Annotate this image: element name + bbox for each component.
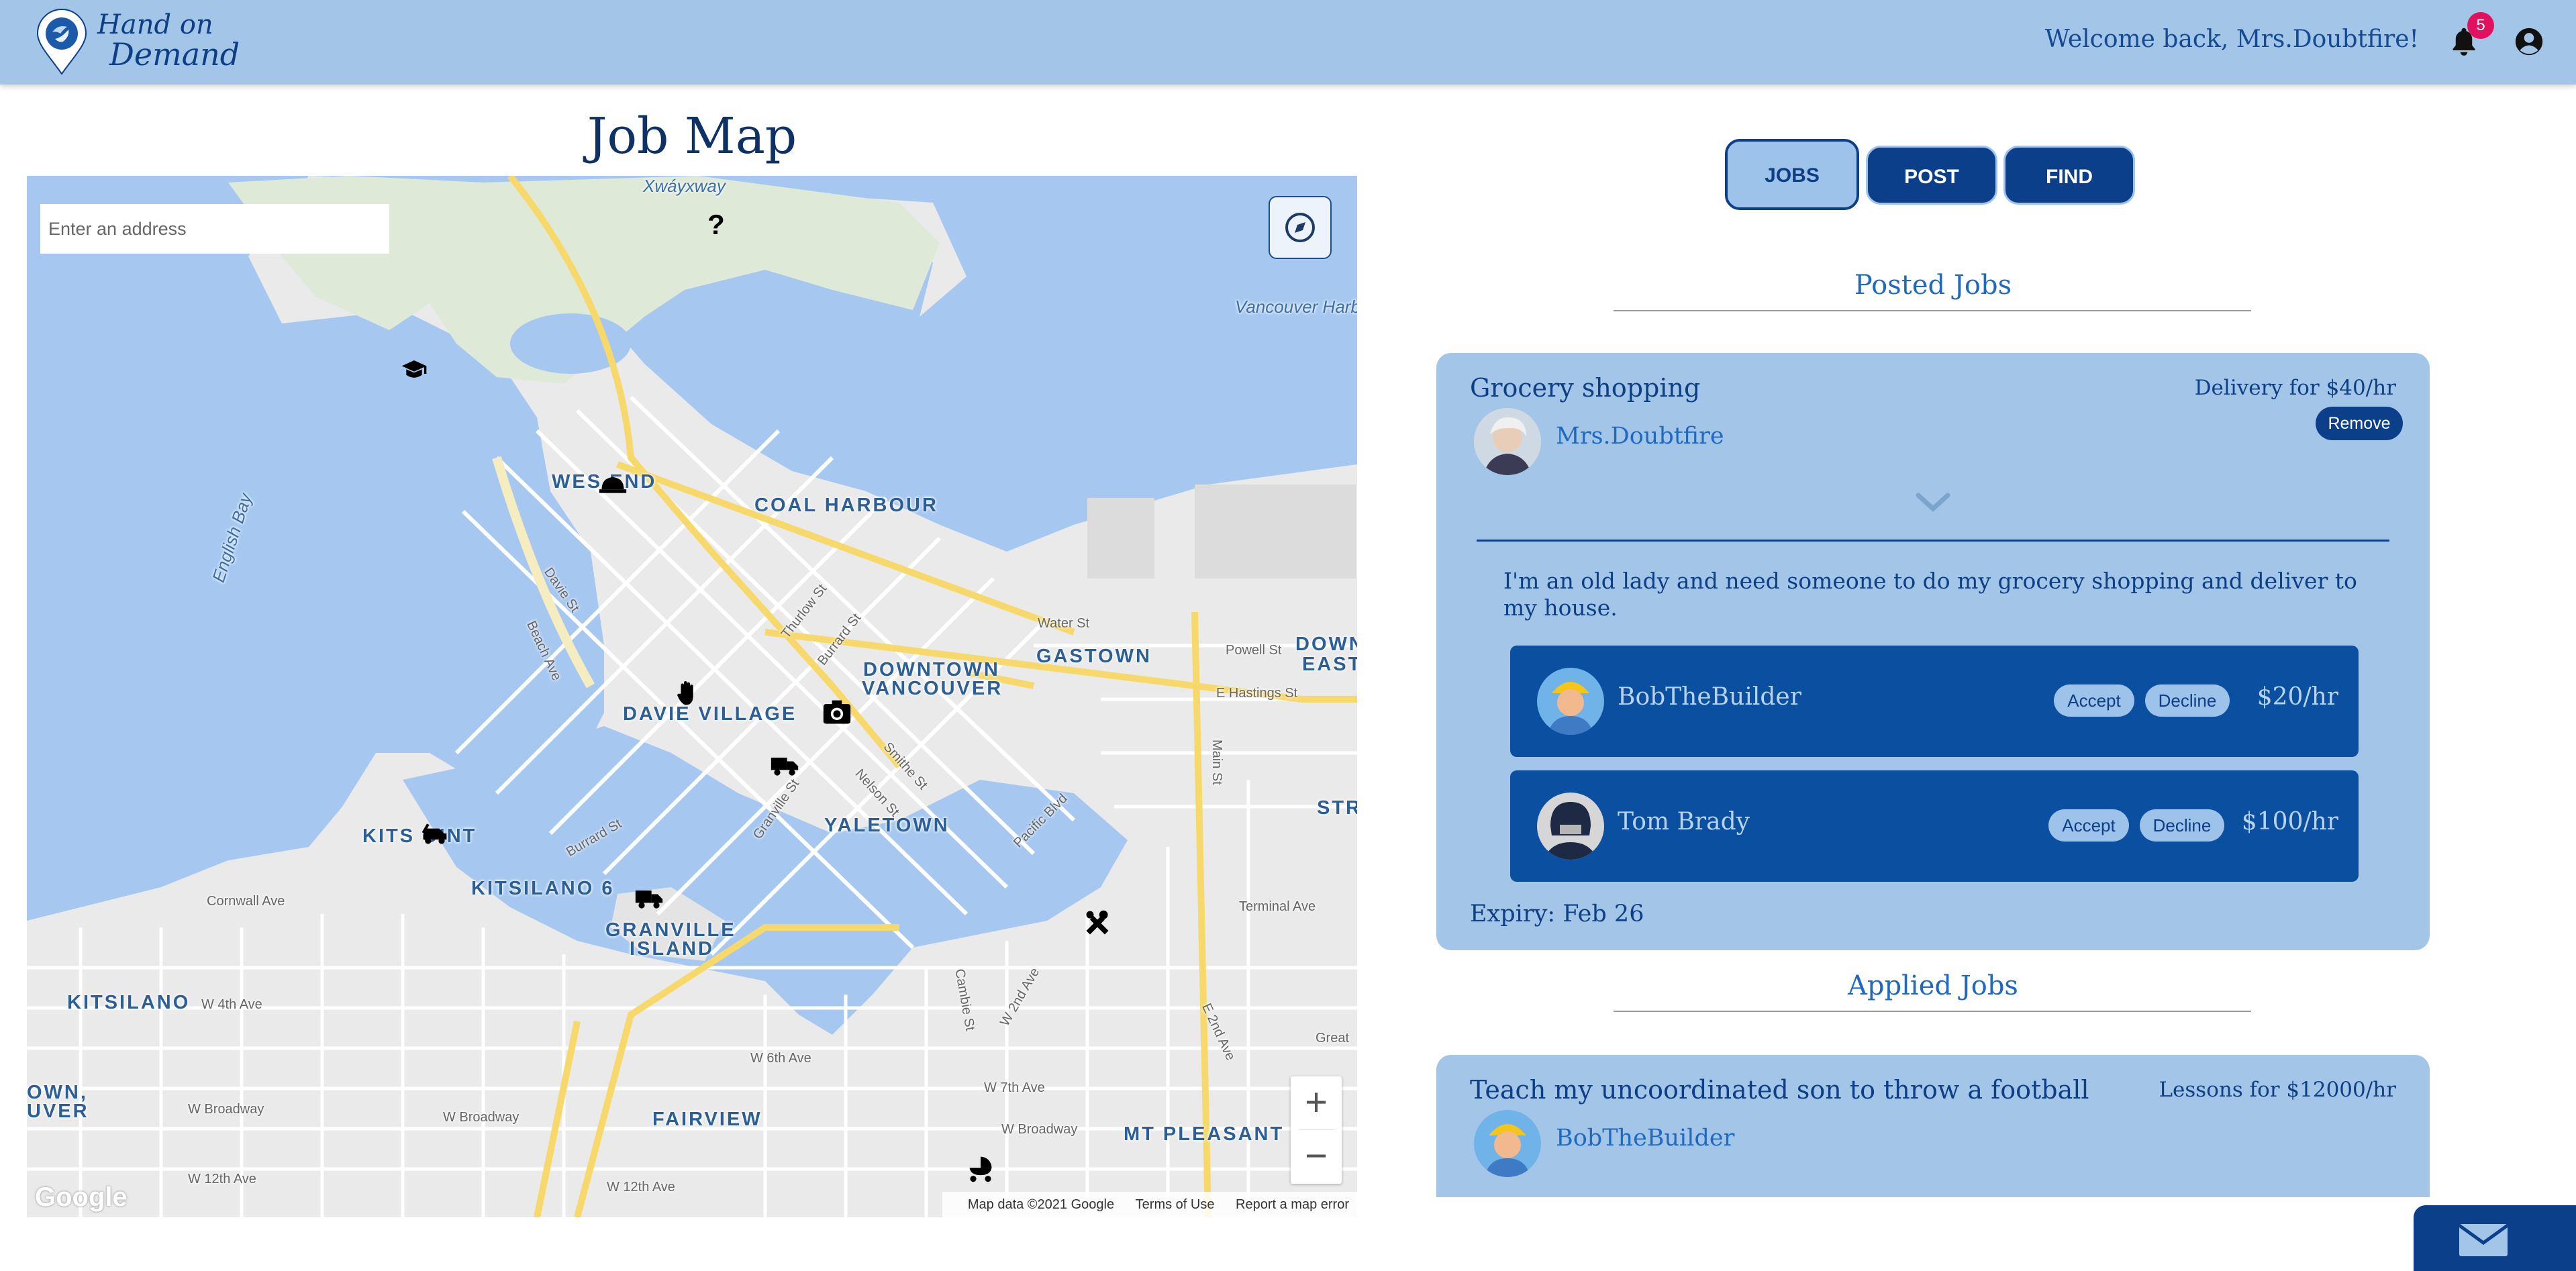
avatar [1537,668,1604,735]
map-label: FAIRVIEW [652,1109,762,1130]
map-label: W 12th Ave [607,1180,675,1194]
accept-button[interactable]: Accept [2048,809,2129,842]
applicant-name[interactable]: Tom Brady [1618,808,1750,835]
report-link[interactable]: Report a map error [1236,1197,1349,1212]
tab-jobs[interactable]: JOBS [1725,139,1859,210]
page-title: Job Map [587,107,797,165]
map-label: YALETOWN [824,815,950,836]
tab-post[interactable]: POST [1866,146,1997,205]
avatar [1537,793,1604,860]
hand-icon[interactable] [671,679,705,713]
expiry-date: Expiry: Feb 26 [1470,901,1644,927]
question-icon[interactable]: ? [699,208,733,242]
accept-button[interactable]: Accept [2054,684,2134,717]
job-title: Teach my uncoordinated son to throw a fo… [1470,1075,2089,1105]
zoom-control: + − [1291,1076,1342,1184]
terms-link[interactable]: Terms of Use [1136,1197,1215,1212]
avatar [1474,1110,1541,1177]
map-label: GASTOWN [1036,646,1152,667]
map-label: DAVIE VILLAGE [623,703,797,725]
applicant-row: Tom Brady Accept Decline $100/hr [1510,770,2359,882]
address-search-input[interactable] [40,204,389,254]
poster-name[interactable]: BobTheBuilder [1556,1125,1734,1152]
decline-button[interactable]: Decline [2145,684,2230,717]
map-label: EAST [1302,654,1357,675]
car-icon[interactable] [417,819,451,852]
map-label: VANCOUVER [862,678,1003,699]
map-label: DOWN [1295,633,1357,655]
divider [1614,310,2251,311]
job-price: Delivery for $40/hr [2194,376,2396,400]
map-label: COAL HARBOUR [754,495,938,516]
avatar [1474,408,1541,475]
truck-icon[interactable] [632,883,666,917]
map-label: KITSILANO 6 [471,878,615,899]
logo-text: Demand [109,36,240,72]
logo-pin-icon[interactable] [35,8,89,75]
graduation-cap-icon[interactable] [397,357,431,391]
map-label: W 4th Ave [201,997,262,1012]
google-logo: Google [35,1182,128,1212]
map-data-text: Map data ©2021 Google [967,1197,1115,1212]
map-label: W Broadway [188,1102,264,1117]
applicant-name[interactable]: BobTheBuilder [1618,683,1801,711]
map-label: Water St [1038,616,1090,631]
divider [1614,1011,2251,1012]
tools-icon[interactable] [1081,909,1114,942]
divider [1477,540,2389,542]
envelope-icon [2458,1223,2509,1256]
map-label: W Broadway [443,1110,519,1125]
map-attribution: Map data ©2021 Google Terms of Use Repor… [942,1192,1357,1217]
tab-find[interactable]: FIND [2003,146,2135,205]
posted-job-card: Grocery shopping Delivery for $40/hr Mrs… [1436,353,2430,950]
applicant-rate: $20/hr [2257,683,2338,711]
notification-badge: 5 [2467,12,2494,39]
map-label: KITSILANO [67,992,191,1013]
map-label: STR [1317,797,1357,819]
map-label: W 12th Ave [188,1172,256,1186]
messages-button[interactable] [2414,1205,2576,1271]
top-navbar: Hand on Demand Welcome back, Mrs.Doubtfi… [0,0,2576,85]
map-label: W 7th Ave [984,1080,1045,1095]
chevron-down-icon[interactable] [1913,489,1953,515]
map-label: Xwáyxway [643,176,726,196]
zoom-in-button[interactable]: + [1291,1076,1342,1129]
map-label: MT PLEASANT [1124,1123,1285,1145]
map-label: Vancouver Harb [1235,297,1357,317]
map-label: Powell St [1226,643,1282,658]
account-icon[interactable] [2514,27,2544,56]
hard-hat-icon[interactable] [596,468,630,502]
map-label: Cornwall Ave [207,894,285,909]
map-label: Terminal Ave [1239,899,1316,914]
posted-jobs-heading: Posted Jobs [1854,270,2012,301]
job-description: I'm an old lady and need someone to do m… [1503,568,2357,621]
locate-me-button[interactable] [1269,196,1332,259]
compass-icon [1285,213,1315,242]
applied-jobs-heading: Applied Jobs [1848,970,2018,1001]
map-label: Great [1316,1031,1350,1046]
map-label: W Broadway [1001,1122,1078,1137]
map-label: W 6th Ave [750,1051,811,1066]
decline-button[interactable]: Decline [2140,809,2224,842]
job-map[interactable]: Xwáyxway Vancouver Harb English Bay WES … [27,176,1357,1217]
poster-name[interactable]: Mrs.Doubtfire [1556,423,1724,450]
truck-icon[interactable] [768,750,801,784]
applicant-row: BobTheBuilder Accept Decline $20/hr [1510,646,2359,757]
map-label: ISLAND [630,938,714,960]
welcome-message: Welcome back, Mrs.Doubtfire! [2044,26,2419,53]
map-label: UVER [27,1101,89,1122]
remove-job-button[interactable]: Remove [2316,407,2403,440]
zoom-out-button[interactable]: − [1291,1130,1342,1182]
job-price: Lessons for $12000/hr [2159,1078,2396,1102]
camera-icon[interactable] [820,698,854,731]
map-label: E Hastings St [1216,686,1298,701]
stroller-icon[interactable] [964,1154,997,1188]
map-label: Main St [1209,740,1224,785]
applied-job-card: Teach my uncoordinated son to throw a fo… [1436,1055,2430,1197]
job-title: Grocery shopping [1470,373,1701,403]
applicant-rate: $100/hr [2241,808,2338,835]
